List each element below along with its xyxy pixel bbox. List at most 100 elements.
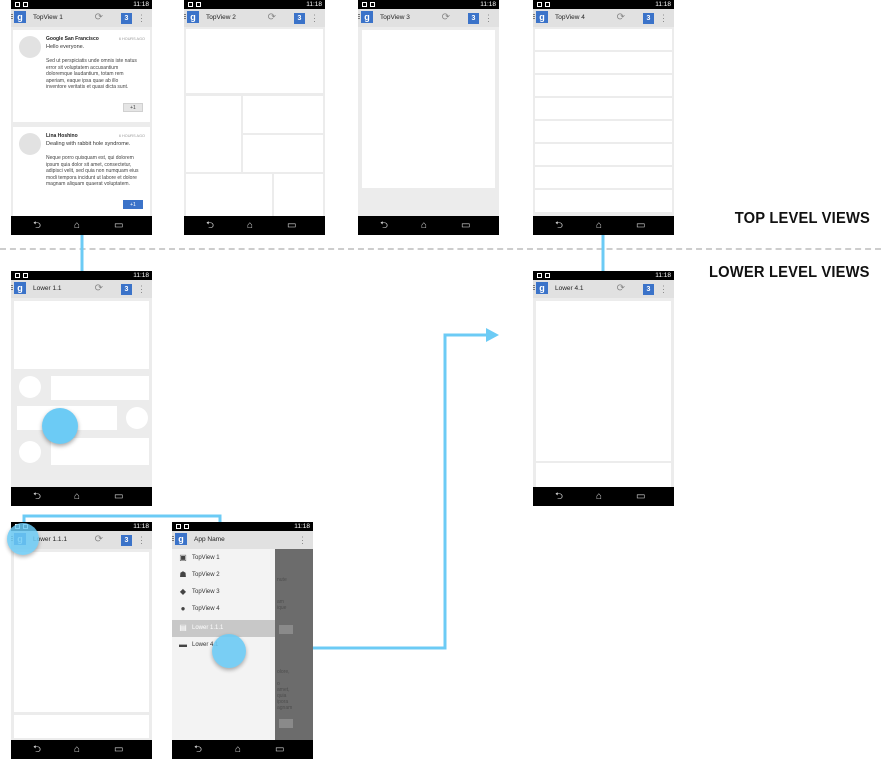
stream-content: Google San Francisco 6 HOURS AGO Hello e… [11,27,152,216]
gplus-logo-icon[interactable]: g [358,11,373,23]
back-icon[interactable]: ⮌ [380,216,388,235]
home-icon[interactable]: ⌂ [596,216,602,235]
recents-icon[interactable]: ▭ [461,216,470,235]
overflow-menu-icon[interactable]: ⋮ [137,10,146,26]
gplus-logo-icon[interactable]: g [11,11,26,23]
notification-badge[interactable]: 3 [643,13,654,24]
gplus-logo-icon[interactable]: g [11,282,26,294]
back-icon[interactable]: ⮌ [194,740,202,759]
refresh-icon[interactable]: ⟳ [95,532,103,548]
home-icon[interactable]: ⌂ [421,216,427,235]
back-icon[interactable]: ⮌ [206,216,214,235]
back-icon[interactable]: ⮌ [555,216,563,235]
tile[interactable] [186,29,323,93]
single-content [358,27,499,216]
recents-icon[interactable]: ▭ [114,487,123,506]
overflow-menu-icon[interactable]: ⋮ [659,281,668,297]
overflow-menu-icon[interactable]: ⋮ [484,10,493,26]
notification-badge[interactable]: 3 [121,284,132,295]
app-title: App Name [194,536,225,543]
list-item[interactable] [51,376,149,400]
action-bar: g Lower 1.1 ⟳ 3 ⋮ [11,280,152,298]
dimmed-content[interactable]: nute am ique olore, o amet, quia ipora agnam [275,549,313,740]
status-time: 11:18 [655,1,671,8]
screen-title: Lower 4.1 [555,285,584,292]
action-bar: g App Name ⋮ [172,531,313,549]
touch-indicator [212,634,246,668]
drawer-item-topview-3[interactable]: ◆ TopView 3 [172,584,275,601]
nav-bar: ⮌ ⌂ ▭ [172,740,313,759]
post-title: Dealing with rabbit hole syndrome. [46,141,131,147]
tile[interactable] [274,174,323,216]
content-panel [536,301,671,461]
footer-panel [536,463,671,487]
tile[interactable] [186,174,272,216]
plus-one-button[interactable]: +1 [123,200,143,209]
post-card[interactable]: Google San Francisco 6 HOURS AGO Hello e… [13,30,150,122]
overflow-menu-icon[interactable]: ⋮ [137,281,146,297]
status-time: 11:18 [133,523,149,530]
notification-badge[interactable]: 3 [294,13,305,24]
back-icon[interactable]: ⮌ [33,740,41,759]
gplus-logo-icon[interactable]: g [533,282,548,294]
recents-icon[interactable]: ▭ [636,216,645,235]
drawer-item-topview-4[interactable]: ● TopView 4 [172,601,275,618]
overflow-menu-icon[interactable]: ⋮ [137,532,146,548]
nav-bar: ⮌ ⌂ ▭ [533,216,674,235]
back-icon[interactable]: ⮌ [33,216,41,235]
refresh-icon[interactable]: ⟳ [95,281,103,297]
gplus-logo-icon[interactable]: g [533,11,548,23]
list-item[interactable] [535,98,672,119]
list-item[interactable] [535,190,672,212]
tile[interactable] [186,96,241,172]
gplus-logo-icon[interactable]: g [172,533,187,545]
refresh-icon[interactable]: ⟳ [268,10,276,26]
tile[interactable] [243,135,323,172]
notification-badge[interactable]: 3 [468,13,479,24]
recents-icon[interactable]: ▭ [287,216,296,235]
list-item[interactable] [535,29,672,50]
post-author: Google San Francisco [46,36,99,42]
home-icon[interactable]: ⌂ [247,216,253,235]
list-item[interactable] [535,52,672,73]
list-item[interactable] [535,75,672,96]
action-bar: g Lower 4.1 ⟳ 3 ⋮ [533,280,674,298]
overflow-menu-icon[interactable]: ⋮ [298,532,307,548]
content-panel [362,30,495,188]
home-icon[interactable]: ⌂ [74,487,80,506]
notification-badge[interactable]: 3 [643,284,654,295]
refresh-icon[interactable]: ⟳ [95,10,103,26]
refresh-icon[interactable]: ⟳ [442,10,450,26]
drawer-item-topview-1[interactable]: ▣ TopView 1 [172,550,275,567]
gplus-logo-icon[interactable]: g [184,11,199,23]
notification-badge[interactable]: 3 [121,535,132,546]
status-bar: 11:18 [533,271,674,280]
nav-bar: ⮌ ⌂ ▭ [184,216,325,235]
back-icon[interactable]: ⮌ [555,487,563,506]
overflow-menu-icon[interactable]: ⋮ [310,10,319,26]
home-icon[interactable]: ⌂ [74,216,80,235]
list-item[interactable] [535,144,672,165]
notification-badge[interactable]: 3 [121,13,132,24]
refresh-icon[interactable]: ⟳ [617,10,625,26]
action-bar: g TopView 4 ⟳ 3 ⋮ [533,9,674,27]
back-icon[interactable]: ⮌ [33,487,41,506]
overflow-menu-icon[interactable]: ⋮ [659,10,668,26]
recents-icon[interactable]: ▭ [636,487,645,506]
recents-icon[interactable]: ▭ [114,740,123,759]
list-item[interactable] [535,121,672,142]
plus-one-button[interactable]: +1 [123,103,143,112]
home-icon[interactable]: ⌂ [235,740,241,759]
drawer-item-topview-2[interactable]: ☗ TopView 2 [172,567,275,584]
home-icon[interactable]: ⌂ [74,740,80,759]
recents-icon[interactable]: ▭ [114,216,123,235]
home-icon[interactable]: ⌂ [596,487,602,506]
chat-icon: ▤ [179,623,187,632]
refresh-icon[interactable]: ⟳ [617,281,625,297]
recents-icon[interactable]: ▭ [275,740,284,759]
list-item[interactable] [535,167,672,188]
screen-lower-4-1: 11:18 g Lower 4.1 ⟳ 3 ⋮ ⮌ ⌂ ▭ [533,271,674,506]
post-card[interactable]: Lina Hoshino 6 HOURS AGO Dealing with ra… [13,127,150,216]
avatar [19,133,41,155]
tile[interactable] [243,96,323,133]
